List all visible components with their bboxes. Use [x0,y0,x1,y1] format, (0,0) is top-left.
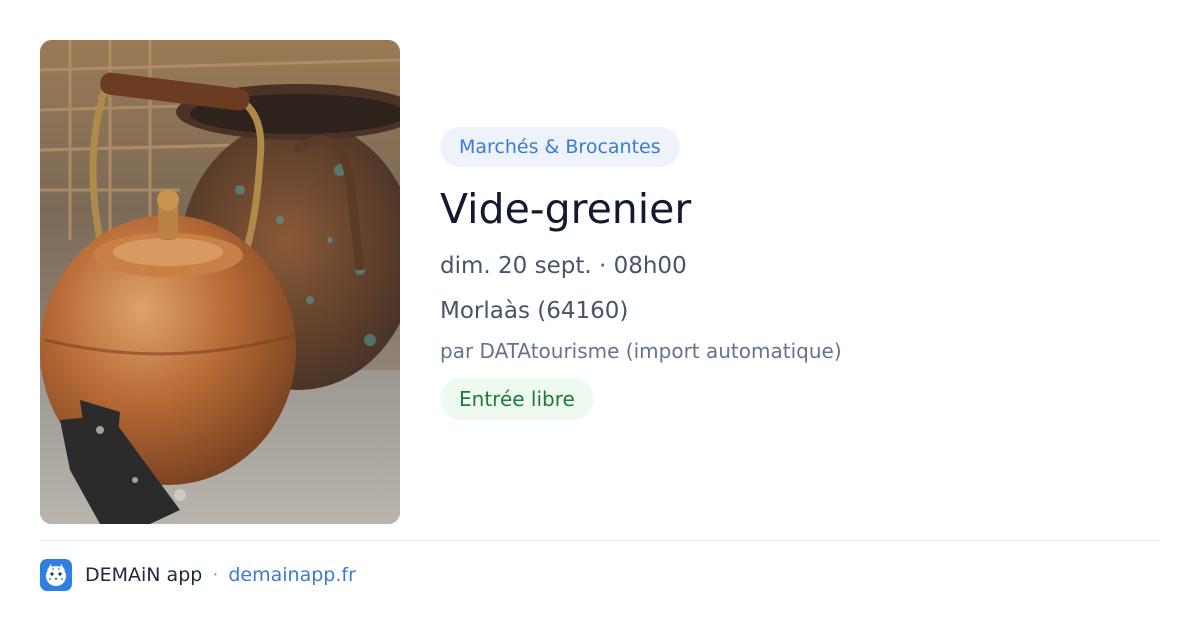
category-badge[interactable]: Marchés & Brocantes [440,127,680,167]
event-datetime: dim. 20 sept. · 08h00 [440,253,687,279]
event-source: par DATAtourisme (import automatique) [440,339,842,363]
app-name: DEMAiN app [85,564,203,586]
kettle-photo [40,40,400,524]
event-info: Marchés & Brocantes Vide-grenier dim. 20… [440,127,1140,420]
footer-separator: · [212,564,219,586]
event-title: Vide-grenier [440,185,692,233]
snow-leopard-face-icon[interactable] [40,559,72,591]
event-location: Morlaàs (64160) [440,298,629,324]
event-image [40,40,400,524]
footer: DEMAiN app · demainapp.fr [40,558,356,592]
price-badge: Entrée libre [440,378,594,420]
site-link[interactable]: demainapp.fr [228,564,356,586]
footer-divider [40,540,1160,541]
